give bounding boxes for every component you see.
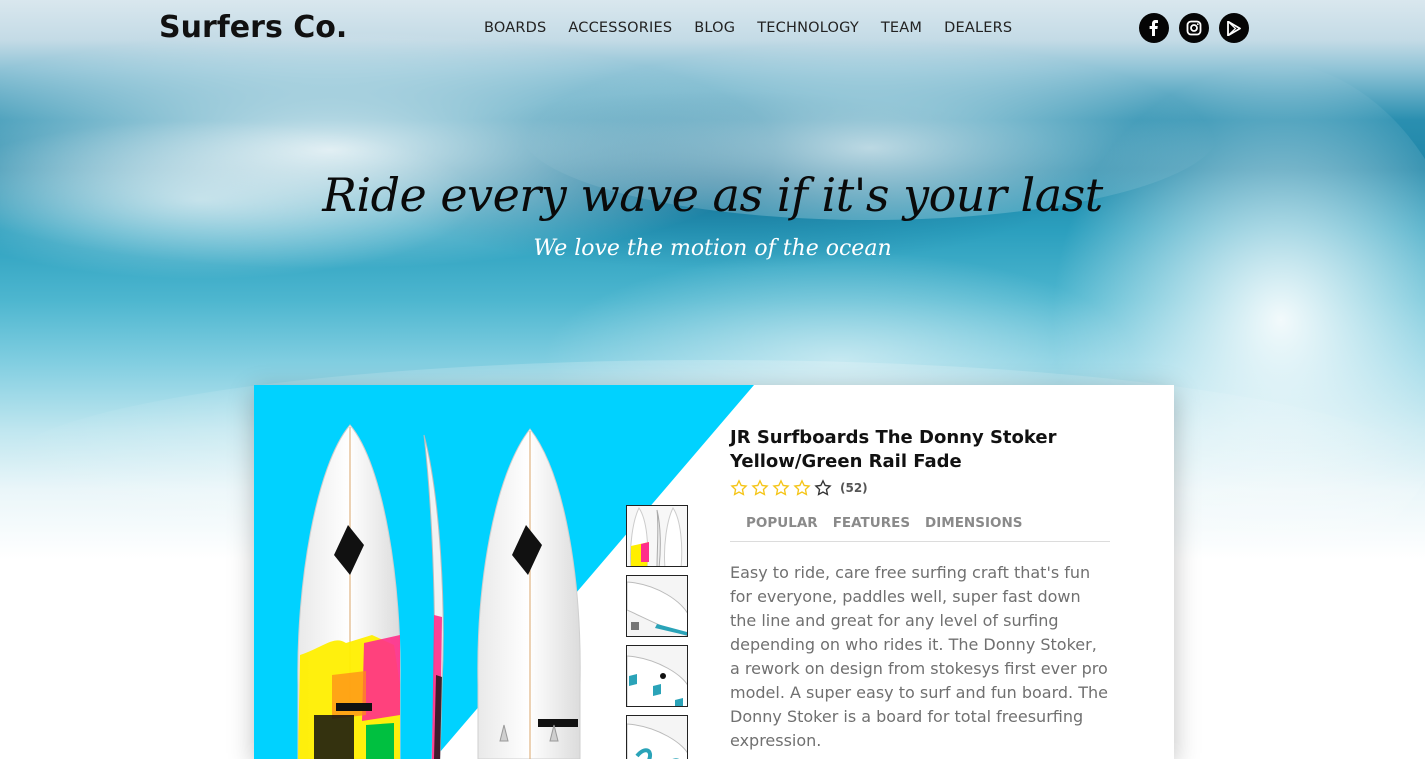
product-rating[interactable]: (52) <box>730 479 868 497</box>
product-tabs: POPULAR FEATURES DIMENSIONS <box>730 515 1110 542</box>
thumbnail-1[interactable] <box>626 505 688 567</box>
nav-technology[interactable]: TECHNOLOGY <box>757 20 859 36</box>
star-filled-icon <box>793 479 811 496</box>
star-filled-icon <box>751 479 769 496</box>
tab-dimensions[interactable]: DIMENSIONS <box>925 515 1022 541</box>
product-card: JR Surfboards The Donny Stoker Yellow/Gr… <box>254 385 1174 759</box>
rating-count: (52) <box>840 481 868 495</box>
site-logo[interactable]: Surfers Co. <box>159 10 347 45</box>
product-title: JR Surfboards The Donny Stoker Yellow/Gr… <box>730 427 1057 472</box>
star-filled-icon <box>772 479 790 496</box>
nav-blog[interactable]: BLOG <box>694 20 735 36</box>
thumbnail-2[interactable] <box>626 575 688 637</box>
tab-features[interactable]: FEATURES <box>833 515 910 541</box>
product-description: Easy to ride, care free surfing craft th… <box>730 563 1108 750</box>
hero-subline: We love the motion of the ocean <box>533 236 892 261</box>
main-nav: BOARDS ACCESSORIES BLOG TECHNOLOGY TEAM … <box>484 20 1034 36</box>
nav-accessories[interactable]: ACCESSORIES <box>568 20 672 36</box>
facebook-icon[interactable] <box>1139 13 1169 43</box>
tab-popular[interactable]: POPULAR <box>746 515 818 541</box>
google-play-icon[interactable] <box>1219 13 1249 43</box>
nav-team[interactable]: TEAM <box>881 20 922 36</box>
instagram-icon[interactable] <box>1179 13 1209 43</box>
thumbnail-3[interactable] <box>626 645 688 707</box>
nav-boards[interactable]: BOARDS <box>484 20 546 36</box>
thumbnail-strip <box>626 505 688 759</box>
social-links <box>1139 13 1249 43</box>
hero-tagline: Ride every wave as if it's your last <box>322 168 1103 222</box>
star-empty-icon <box>814 479 832 496</box>
star-filled-icon <box>730 479 748 496</box>
thumbnail-4[interactable] <box>626 715 688 759</box>
nav-dealers[interactable]: DEALERS <box>944 20 1012 36</box>
